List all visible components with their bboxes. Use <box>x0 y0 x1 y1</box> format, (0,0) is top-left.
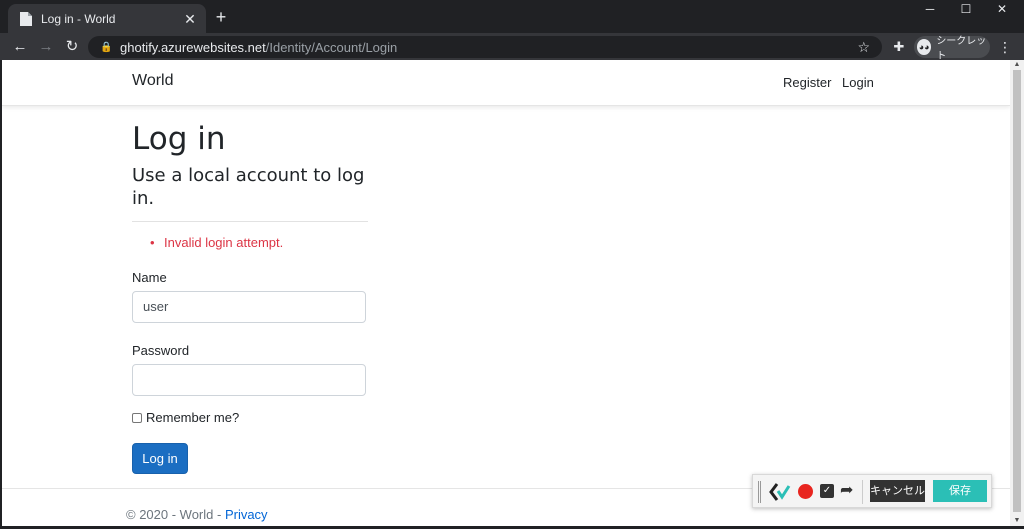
incognito-label: シークレット <box>936 36 987 62</box>
browser-tab[interactable]: Log in - World ✕ <box>8 4 206 33</box>
footer-text: © 2020 - World - Privacy <box>126 507 268 522</box>
name-input[interactable]: user <box>132 291 366 323</box>
recorder-cancel-button[interactable]: キャンセル <box>870 480 925 502</box>
scroll-down-arrow-icon[interactable]: ▼ <box>1010 516 1024 526</box>
site-navbar: World Register Login <box>2 60 1010 106</box>
back-arrow-icon[interactable]: ← <box>10 37 30 57</box>
share-arrow-icon[interactable]: ➦ <box>840 482 853 500</box>
puzzle-extension-icon[interactable]: ✚ <box>890 38 908 56</box>
divider <box>132 221 368 222</box>
reload-icon[interactable]: ↻ <box>62 37 82 57</box>
name-label: Name <box>132 270 167 285</box>
kebab-menu-icon[interactable]: ⋮ <box>998 38 1012 56</box>
record-icon[interactable] <box>798 484 813 499</box>
divider <box>862 480 863 504</box>
recorder-toolbar: ✓ ➦ キャンセル 保存 <box>752 474 992 508</box>
browser-toolbar: ← → ↻ 🔒 ghotify.azurewebsites.net/Identi… <box>0 33 1024 62</box>
browser-tab-strip: Log in - World ✕ + ─ ☐ ✕ <box>0 0 1024 33</box>
login-form: Log in Use a local account to log in. • I… <box>132 120 368 474</box>
password-input[interactable] <box>132 364 366 396</box>
page-title: Log in <box>132 121 226 157</box>
privacy-link[interactable]: Privacy <box>225 507 268 522</box>
remember-me-row[interactable]: Remember me? <box>132 410 368 425</box>
maximize-window-button[interactable]: ☐ <box>946 0 986 18</box>
remember-me-label[interactable]: Remember me? <box>146 410 239 425</box>
incognito-profile-button[interactable]: ◕◕ シークレット <box>914 36 990 62</box>
close-icon[interactable]: ✕ <box>182 11 198 27</box>
page-viewport: World Register Login Log in Use a local … <box>2 60 1010 526</box>
check-icon[interactable]: ✓ <box>820 484 834 498</box>
page-favicon-icon <box>20 11 32 26</box>
page-subtitle: Use a local account to log in. <box>132 165 365 209</box>
scrollbar-thumb[interactable] <box>1013 70 1021 512</box>
scroll-up-arrow-icon[interactable]: ▲ <box>1010 60 1024 70</box>
login-submit-button[interactable]: Log in <box>132 443 188 474</box>
minimize-window-button[interactable]: ─ <box>910 0 950 18</box>
address-bar[interactable]: 🔒 ghotify.azurewebsites.net/Identity/Acc… <box>88 36 882 58</box>
vertical-scrollbar[interactable]: ▲ ▼ <box>1010 60 1024 526</box>
recorder-save-button[interactable]: 保存 <box>933 480 987 502</box>
incognito-icon: ◕◕ <box>917 39 932 55</box>
forward-arrow-icon[interactable]: → <box>36 37 56 57</box>
tab-title: Log in - World <box>41 11 116 26</box>
validation-error: • Invalid login attempt. <box>150 235 284 250</box>
star-icon[interactable]: ☆ <box>857 39 870 56</box>
remember-me-checkbox[interactable] <box>132 412 142 423</box>
url-text: ghotify.azurewebsites.net/Identity/Accou… <box>120 39 398 55</box>
plus-icon[interactable]: + <box>211 7 231 27</box>
password-label: Password <box>132 343 190 358</box>
drag-handle[interactable] <box>758 481 761 503</box>
footer-copyright: © 2020 - World - <box>126 507 225 522</box>
lock-icon: 🔒 <box>100 41 113 53</box>
nav-register-link[interactable]: Register <box>783 75 831 90</box>
site-brand-link[interactable]: World <box>132 72 174 90</box>
nav-login-link[interactable]: Login <box>842 75 874 90</box>
recorder-logo-icon <box>769 483 791 501</box>
validation-summary: • Invalid login attempt. <box>132 235 368 250</box>
close-window-button[interactable]: ✕ <box>982 0 1022 18</box>
